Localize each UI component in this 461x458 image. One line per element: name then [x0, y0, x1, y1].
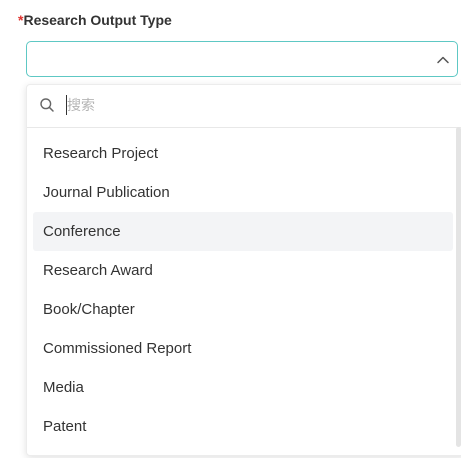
dropdown-scrollbar[interactable] [456, 127, 461, 447]
option-patent[interactable]: Patent [33, 407, 453, 446]
dropdown-panel: Research Project Journal Publication Con… [26, 84, 461, 456]
research-output-type-select[interactable] [26, 41, 458, 77]
field-label-text: Research Output Type [23, 12, 172, 28]
search-icon [40, 98, 54, 112]
search-input[interactable] [67, 94, 427, 116]
option-research-award[interactable]: Research Award [33, 251, 453, 290]
option-journal-publication[interactable]: Journal Publication [33, 173, 453, 212]
chevron-up-icon[interactable] [435, 52, 451, 68]
option-book-chapter[interactable]: Book/Chapter [33, 290, 453, 329]
dropdown-search [27, 85, 461, 128]
option-research-project[interactable]: Research Project [33, 134, 453, 173]
option-conference[interactable]: Conference [33, 212, 453, 251]
option-commissioned-report[interactable]: Commissioned Report [33, 329, 453, 368]
option-media[interactable]: Media [33, 368, 453, 407]
field-label: *Research Output Type [18, 12, 172, 28]
options-list: Research Project Journal Publication Con… [33, 134, 453, 446]
